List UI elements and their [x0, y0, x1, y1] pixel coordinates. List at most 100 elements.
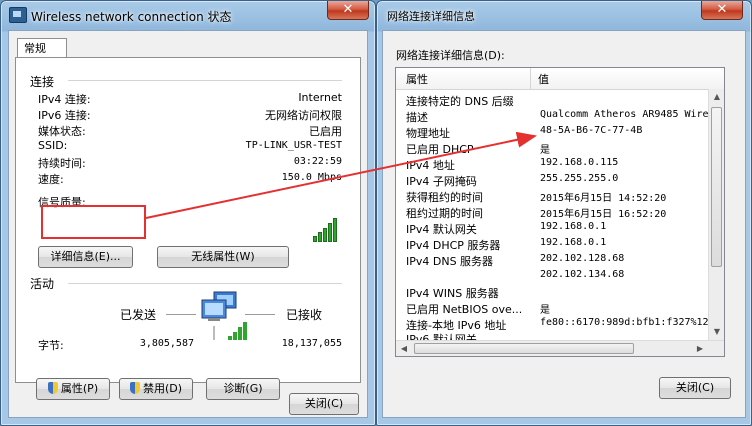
details-window-close-button[interactable]: ✕	[701, 1, 743, 20]
detail-row-value: Qualcomm Atheros AR9485 Wirele	[540, 109, 721, 120]
details-list-header: 属性 值	[396, 68, 724, 90]
detail-row-value: fe80::6170:989d:bfb1:f327%12	[540, 317, 709, 328]
detail-row-name: 租约过期的时间	[406, 207, 483, 220]
duration-value: 03:22:59	[293, 156, 342, 167]
scroll-left-arrow-icon[interactable]: ◀	[396, 341, 412, 356]
column-header-property[interactable]: 属性	[406, 71, 428, 87]
network-computers-icon	[201, 291, 247, 340]
details-window-title: 网络连接详细信息	[387, 10, 475, 23]
detail-row-value: 2015年6月15日 16:52:20	[540, 209, 667, 220]
detail-row-name: 物理地址	[406, 127, 450, 140]
detail-row-value: 是	[540, 145, 550, 156]
signal-strength-icon	[313, 218, 343, 242]
detail-row-value: 192.168.0.115	[540, 157, 619, 168]
properties-button[interactable]: 属性(P)	[36, 378, 110, 400]
detail-row-name: IPv4 DNS 服务器	[406, 255, 494, 268]
status-close-button[interactable]: 关闭(C)	[289, 393, 359, 415]
detail-row[interactable]: IPv4 地址 192.168.0.115	[396, 157, 724, 172]
detail-row-name: IPv4 DHCP 服务器	[406, 239, 501, 252]
speed-value: 150.0 Mbps	[281, 172, 342, 183]
detail-row[interactable]: 物理地址 48-5A-B6-7C-77-4B	[396, 125, 724, 140]
status-titlebar[interactable]: Wireless network connection 状态	[1, 1, 375, 29]
ipv4-connectivity-label: IPv4 连接:	[38, 93, 91, 106]
sent-label: 已发送	[120, 308, 157, 322]
ssid-label: SSID:	[38, 139, 68, 152]
detail-row-value: 192.168.0.1	[540, 221, 607, 232]
details-button-highlight	[41, 205, 146, 239]
connection-separator	[68, 80, 342, 81]
detail-row[interactable]: 连接特定的 DNS 后缀	[396, 93, 724, 108]
horizontal-scrollbar[interactable]: ◀ ▶	[396, 340, 724, 356]
wireless-properties-button[interactable]: 无线属性(W)	[157, 246, 289, 268]
activity-separator	[68, 283, 342, 284]
detail-row-name: IPv4 地址	[406, 159, 455, 172]
close-icon: ✕	[342, 2, 354, 17]
media-state-label: 媒体状态:	[38, 125, 86, 138]
status-window-close-button[interactable]: ✕	[327, 1, 369, 20]
shield-icon	[47, 382, 58, 394]
disable-button-label: 禁用(D)	[142, 382, 183, 395]
activity-section-label: 活动	[30, 277, 55, 291]
ipv6-connectivity-value: 无网络访问权限	[265, 109, 342, 122]
detail-row[interactable]: 连接-本地 IPv6 地址 fe80::6170:989d:bfb1:f327%1…	[396, 317, 724, 332]
properties-button-label: 属性(P)	[60, 382, 99, 395]
ipv6-connectivity-label: IPv6 连接:	[38, 109, 91, 122]
detail-row[interactable]: 已启用 DHCP 是	[396, 141, 724, 156]
detail-row[interactable]: 描述 Qualcomm Atheros AR9485 Wirele	[396, 109, 724, 124]
details-titlebar[interactable]: 网络连接详细信息	[377, 1, 751, 29]
connection-section-label: 连接	[30, 75, 55, 89]
detail-row[interactable]: 202.102.134.68	[396, 269, 724, 284]
close-icon: ✕	[716, 2, 728, 17]
detail-row-value: 48-5A-B6-7C-77-4B	[540, 125, 643, 136]
details-client-area: 网络连接详细信息(D): 属性 值 连接特定的 DNS 后缀 描述 Qualcom…	[382, 30, 746, 418]
detail-row-name: 描述	[406, 111, 428, 124]
detail-row-value: 202.102.134.68	[540, 269, 625, 280]
scroll-down-arrow-icon[interactable]: ▼	[709, 324, 724, 340]
scroll-right-arrow-icon[interactable]: ▶	[692, 341, 708, 356]
diagnose-button[interactable]: 诊断(G)	[206, 378, 280, 400]
ssid-value: TP-LINK_USR-TEST	[245, 140, 342, 151]
details-button[interactable]: 详细信息(E)...	[38, 246, 133, 268]
ipv4-connectivity-value: Internet	[298, 91, 342, 104]
disable-button[interactable]: 禁用(D)	[119, 378, 193, 400]
detail-row[interactable]: IPv4 DHCP 服务器 192.168.0.1	[396, 237, 724, 252]
vertical-scrollbar[interactable]: ▲ ▼	[708, 89, 724, 340]
detail-row[interactable]: IPv4 DNS 服务器 202.102.128.68	[396, 253, 724, 268]
duration-label: 持续时间:	[38, 157, 86, 170]
details-list[interactable]: 属性 值 连接特定的 DNS 后缀 描述 Qualcomm Atheros AR9…	[395, 67, 725, 357]
detail-row[interactable]: 已启用 NetBIOS ove... 是	[396, 301, 724, 316]
detail-row-value: 是	[540, 305, 550, 316]
detail-row[interactable]: IPv4 默认网关 192.168.0.1	[396, 221, 724, 236]
received-line	[245, 314, 275, 315]
media-state-value: 已启用	[309, 125, 342, 138]
details-window: 网络连接详细信息 ✕ 网络连接详细信息(D): 属性 值 连接特定的 DNS 后…	[376, 0, 752, 426]
bytes-sent-value: 3,805,587	[139, 338, 194, 349]
scroll-up-arrow-icon[interactable]: ▲	[709, 89, 724, 105]
detail-row[interactable]: 获得租约的时间 2015年6月15日 14:52:20	[396, 189, 724, 204]
detail-row-name: 连接特定的 DNS 后缀	[406, 95, 514, 108]
detail-row[interactable]: IPv4 WINS 服务器	[396, 285, 724, 300]
detail-row[interactable]: IPv4 子网掩码 255.255.255.0	[396, 173, 724, 188]
detail-row-value: 192.168.0.1	[540, 237, 607, 248]
shield-icon	[129, 382, 140, 394]
received-label: 已接收	[286, 308, 323, 322]
detail-row-value: 202.102.128.68	[540, 253, 625, 264]
horizontal-scroll-thumb[interactable]	[414, 343, 634, 354]
column-header-value[interactable]: 值	[538, 71, 549, 87]
detail-row-value: 2015年6月15日 14:52:20	[540, 193, 667, 204]
details-list-label: 网络连接详细信息(D):	[396, 49, 505, 62]
details-close-button[interactable]: 关闭(C)	[659, 377, 731, 399]
detail-row-name: 已启用 NetBIOS ove...	[406, 303, 523, 316]
sent-line	[166, 314, 196, 315]
detail-row-value: 255.255.255.0	[540, 173, 619, 184]
detail-row-name: IPv4 WINS 服务器	[406, 287, 499, 300]
detail-row-name: 获得租约的时间	[406, 191, 483, 204]
detail-row-name: IPv4 子网掩码	[406, 175, 477, 188]
vertical-scroll-thumb[interactable]	[711, 107, 722, 267]
detail-row[interactable]: 租约过期的时间 2015年6月15日 16:52:20	[396, 205, 724, 220]
tab-general[interactable]: 常规	[17, 38, 67, 58]
bytes-label: 字节:	[38, 339, 64, 352]
status-window-title: Wireless network connection 状态	[31, 10, 232, 24]
column-divider[interactable]	[530, 68, 531, 89]
detail-row-name: 已启用 DHCP	[406, 143, 474, 156]
